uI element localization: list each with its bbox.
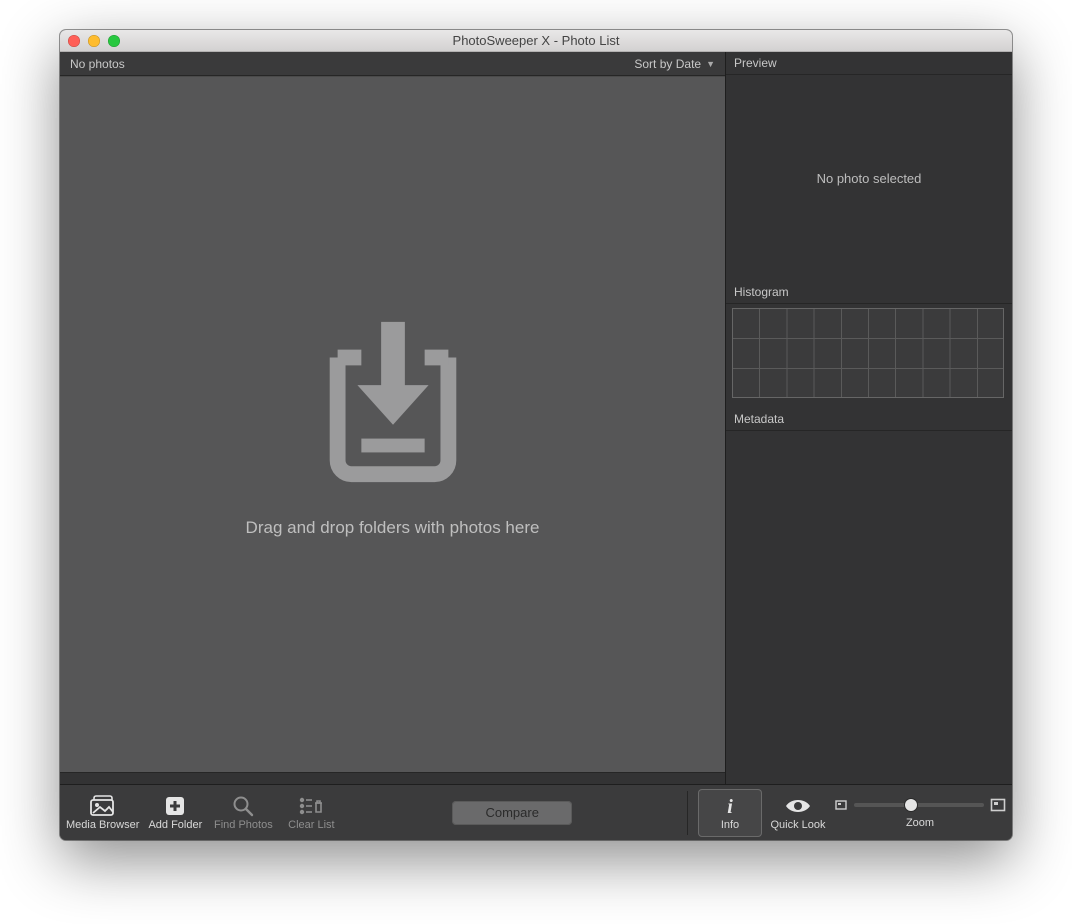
find-photos-label: Find Photos xyxy=(214,820,273,831)
toolbar-divider xyxy=(687,791,688,835)
quick-look-label: Quick Look xyxy=(771,820,826,831)
add-folder-button[interactable]: Add Folder xyxy=(143,789,207,837)
photo-count-label: No photos xyxy=(70,57,125,71)
photo-list-header: No photos Sort by Date ▼ xyxy=(60,52,725,76)
info-label: Info xyxy=(721,820,739,831)
compare-button-label: Compare xyxy=(485,805,538,820)
traffic-lights xyxy=(68,35,120,47)
photos-stack-icon xyxy=(89,795,117,817)
histogram-heading: Histogram xyxy=(726,281,1012,304)
histogram-grid xyxy=(732,308,1004,398)
clear-list-label: Clear List xyxy=(288,820,334,831)
quick-look-button[interactable]: Quick Look xyxy=(766,789,830,837)
content: No photos Sort by Date ▼ xyxy=(60,52,1012,784)
clear-list-icon xyxy=(298,795,324,817)
preview-heading: Preview xyxy=(726,52,1012,75)
app-window: PhotoSweeper X - Photo List No photos So… xyxy=(60,30,1012,840)
zoom-slider[interactable] xyxy=(854,803,984,807)
preview-box: No photo selected xyxy=(726,75,1012,281)
drop-area[interactable]: Drag and drop folders with photos here xyxy=(60,76,725,772)
zoom-slider-thumb[interactable] xyxy=(905,799,917,811)
window-minimize-button[interactable] xyxy=(88,35,100,47)
histogram-box xyxy=(726,304,1012,408)
metadata-heading: Metadata xyxy=(726,408,1012,431)
media-browser-button[interactable]: Media Browser xyxy=(66,789,139,837)
sort-button[interactable]: Sort by Date ▼ xyxy=(634,57,715,71)
info-button[interactable]: i Info xyxy=(698,789,762,837)
preview-empty-label: No photo selected xyxy=(817,171,922,186)
window-close-button[interactable] xyxy=(68,35,80,47)
info-icon: i xyxy=(721,795,739,817)
zoom-max-icon[interactable] xyxy=(990,797,1006,813)
zoom-control: Zoom xyxy=(834,797,1006,829)
magnifying-glass-icon xyxy=(232,795,254,817)
inspector-pane: Preview No photo selected Histogram Meta… xyxy=(726,52,1012,784)
zoom-min-icon[interactable] xyxy=(834,798,848,812)
plus-square-icon xyxy=(164,795,186,817)
bottom-toolbar: Media Browser Add Folder Find Photos xyxy=(60,784,1012,840)
eye-icon xyxy=(784,795,812,817)
window-zoom-button[interactable] xyxy=(108,35,120,47)
titlebar: PhotoSweeper X - Photo List xyxy=(60,30,1012,52)
compare-button[interactable]: Compare xyxy=(452,801,572,825)
sort-button-label: Sort by Date xyxy=(634,57,701,71)
zoom-label: Zoom xyxy=(906,817,934,829)
find-photos-button[interactable]: Find Photos xyxy=(211,789,275,837)
download-tray-icon xyxy=(304,312,482,490)
metadata-box xyxy=(726,431,1012,784)
window-title: PhotoSweeper X - Photo List xyxy=(60,33,1012,48)
photo-list-pane: No photos Sort by Date ▼ xyxy=(60,52,725,784)
svg-text:i: i xyxy=(727,796,733,817)
drop-hint: Drag and drop folders with photos here xyxy=(246,518,540,538)
media-browser-label: Media Browser xyxy=(66,820,139,831)
add-folder-label: Add Folder xyxy=(148,820,202,831)
photo-list-footer xyxy=(60,772,725,784)
clear-list-button[interactable]: Clear List xyxy=(279,789,343,837)
chevron-down-icon: ▼ xyxy=(706,59,715,69)
